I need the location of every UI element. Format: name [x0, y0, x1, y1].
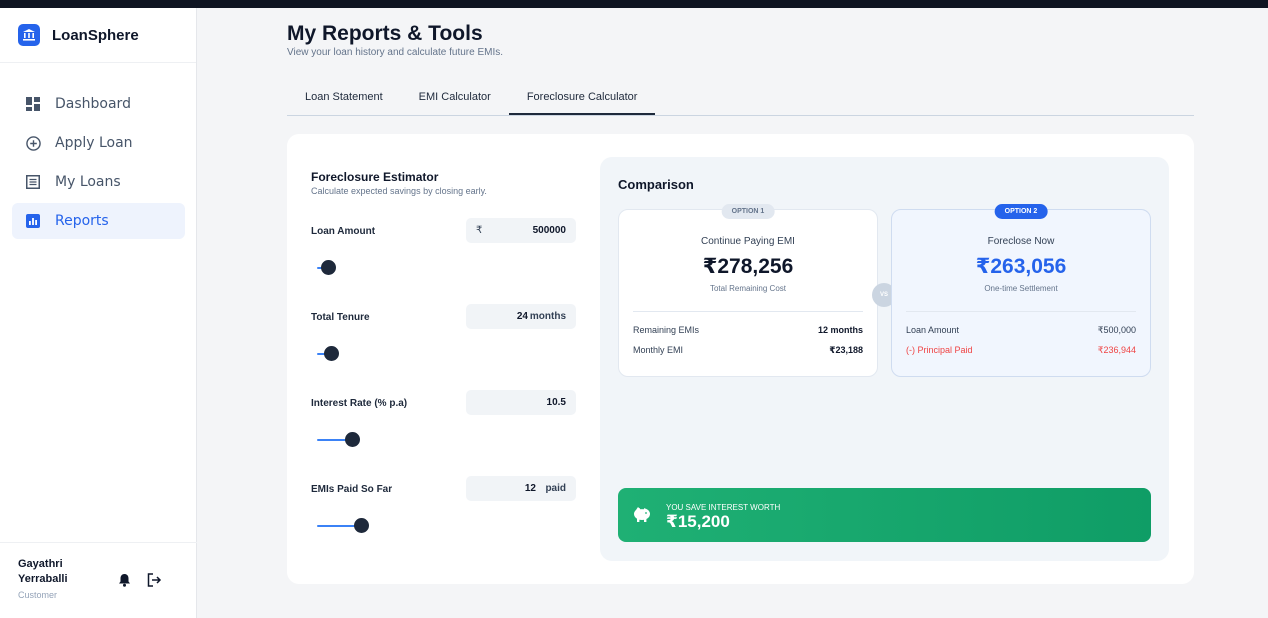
option-badge: OPTION 1	[721, 204, 775, 219]
detail-value: ₹236,944	[1097, 345, 1136, 355]
loan-amount-slider[interactable]	[317, 260, 467, 276]
emis-paid-field: EMIs Paid So Far 12 paid	[311, 476, 576, 546]
detail-label: (-) Principal Paid	[906, 345, 973, 355]
emis-paid-value: 12	[524, 483, 536, 494]
comparison-panel: Comparison OPTION 1 Continue Paying EMI …	[600, 157, 1169, 561]
option-badge: OPTION 2	[994, 204, 1048, 219]
emis-paid-unit: paid	[545, 483, 566, 494]
interest-slider[interactable]	[317, 432, 467, 448]
page-subtitle: View your loan history and calculate fut…	[287, 47, 504, 58]
sidebar-item-apply-loan[interactable]: Apply Loan	[12, 125, 185, 161]
loan-amount-input[interactable]: ₹ 500000	[466, 218, 576, 243]
divider	[633, 311, 863, 312]
dashboard-icon	[25, 96, 41, 112]
tab-bar: Loan Statement EMI Calculator Foreclosur…	[287, 80, 1194, 116]
tenure-label: Total Tenure	[311, 312, 370, 323]
interest-label: Interest Rate (% p.a)	[311, 398, 408, 409]
detail-label: Remaining EMIs	[633, 325, 700, 335]
piggy-bank-icon	[632, 505, 652, 528]
interest-value: 10.5	[546, 397, 566, 408]
foreclosure-card: Foreclosure Estimator Calculate expected…	[287, 134, 1194, 584]
brand-name: LoanSphere	[52, 26, 139, 44]
bank-icon	[18, 24, 40, 46]
app-window: LoanSphere Dashboard Apply Loan My Loans	[0, 8, 1268, 618]
list-icon	[25, 174, 41, 190]
option-foreclose-now[interactable]: OPTION 2 Foreclose Now ₹263,056 One-time…	[891, 204, 1151, 377]
detail-row: Loan Amount ₹500,000	[906, 325, 1136, 336]
slider-thumb[interactable]	[321, 260, 336, 275]
tenure-value: 24	[516, 311, 528, 322]
savings-label: YOU SAVE INTEREST WORTH	[666, 503, 781, 512]
option-amount: ₹278,256	[702, 255, 794, 278]
tab-loan-statement[interactable]: Loan Statement	[287, 80, 401, 115]
user-actions	[118, 573, 162, 592]
tenure-unit: months	[529, 311, 566, 322]
option-caption: One-time Settlement	[984, 284, 1058, 293]
detail-value: ₹500,000	[1097, 325, 1136, 335]
tenure-input[interactable]: 24 months	[466, 304, 576, 329]
detail-label: Loan Amount	[906, 325, 960, 335]
emis-paid-input[interactable]: 12 paid	[466, 476, 576, 501]
brand[interactable]: LoanSphere	[0, 8, 196, 63]
logout-icon[interactable]	[147, 573, 162, 592]
sidebar-nav: Dashboard Apply Loan My Loans Reports	[12, 86, 185, 242]
sidebar-item-label: Dashboard	[55, 96, 131, 112]
tab-foreclosure-calculator[interactable]: Foreclosure Calculator	[508, 80, 656, 115]
detail-value: ₹23,188	[829, 345, 863, 355]
slider-thumb[interactable]	[324, 346, 339, 361]
main-content: My Reports & Tools View your loan histor…	[197, 8, 1268, 618]
option-amount: ₹263,056	[975, 255, 1067, 278]
page-title: My Reports & Tools	[287, 22, 483, 45]
sidebar-item-label: Apply Loan	[55, 135, 133, 151]
interest-field: Interest Rate (% p.a) 10.5	[311, 390, 576, 460]
comparison-title: Comparison	[618, 177, 694, 192]
detail-row: Monthly EMI ₹23,188	[633, 345, 863, 356]
interest-input[interactable]: 10.5	[466, 390, 576, 415]
estimator-subtitle: Calculate expected savings by closing ea…	[311, 186, 487, 196]
option-heading: Foreclose Now	[987, 236, 1055, 247]
user-role: Customer	[18, 590, 58, 600]
rupee-prefix: ₹	[476, 225, 483, 236]
sidebar-item-label: Reports	[55, 213, 109, 229]
loan-amount-field: Loan Amount ₹ 500000	[311, 218, 576, 288]
sidebar-item-dashboard[interactable]: Dashboard	[12, 86, 185, 122]
detail-row: (-) Principal Paid ₹236,944	[906, 345, 1136, 356]
bell-icon[interactable]	[118, 573, 131, 592]
plus-circle-icon	[25, 135, 41, 151]
tenure-field: Total Tenure 24 months	[311, 304, 576, 374]
emis-paid-slider[interactable]	[317, 518, 467, 534]
tab-emi-calculator[interactable]: EMI Calculator	[401, 80, 509, 115]
slider-thumb[interactable]	[345, 432, 360, 447]
sidebar-item-reports[interactable]: Reports	[12, 203, 185, 239]
tenure-slider[interactable]	[317, 346, 467, 362]
detail-label: Monthly EMI	[633, 345, 684, 355]
option-continue-emi[interactable]: OPTION 1 Continue Paying EMI ₹278,256 To…	[618, 204, 878, 377]
user-name: Gayathri Yerraballi	[18, 558, 68, 585]
savings-amount: ₹15,200	[666, 512, 730, 531]
chart-icon	[25, 213, 41, 229]
option-heading: Continue Paying EMI	[701, 236, 795, 247]
estimator-title: Foreclosure Estimator	[311, 170, 439, 184]
option-caption: Total Remaining Cost	[709, 284, 787, 293]
sidebar-item-my-loans[interactable]: My Loans	[12, 164, 185, 200]
loan-amount-label: Loan Amount	[311, 226, 376, 237]
detail-row: Remaining EMIs 12 months	[633, 325, 863, 335]
sidebar-item-label: My Loans	[55, 174, 121, 190]
savings-banner: YOU SAVE INTEREST WORTH ₹15,200	[618, 488, 1151, 542]
slider-thumb[interactable]	[354, 518, 369, 533]
sidebar: LoanSphere Dashboard Apply Loan My Loans	[0, 8, 197, 618]
divider	[906, 311, 1136, 312]
emis-paid-label: EMIs Paid So Far	[311, 484, 393, 495]
user-panel: Gayathri Yerraballi Customer	[0, 542, 197, 618]
loan-amount-value: 500000	[532, 225, 566, 236]
foreclosure-estimator: Foreclosure Estimator Calculate expected…	[311, 170, 576, 533]
detail-value: 12 months	[817, 325, 863, 335]
